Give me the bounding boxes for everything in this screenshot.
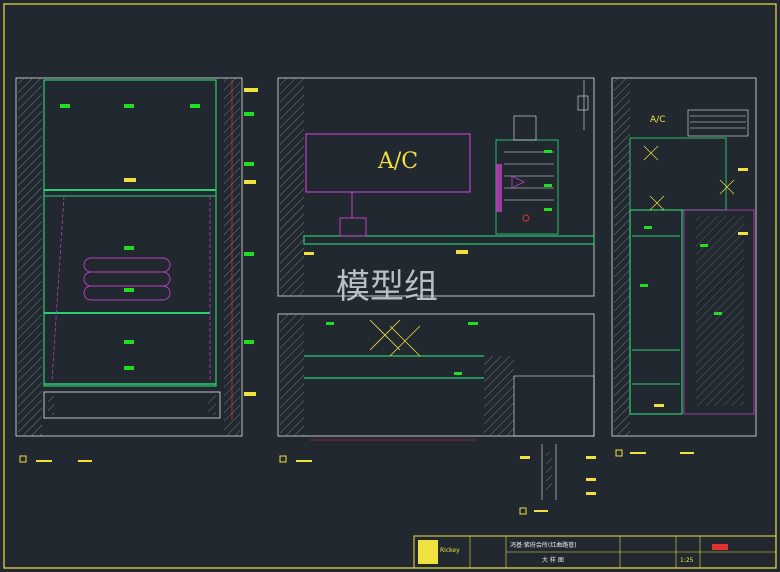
detail-small — [519, 444, 596, 515]
title-block: Rickey 鸿基·紫府会所(红曲路管) 大 样 图 1:25 — [413, 535, 777, 569]
title-block-logo: Rickey — [440, 547, 460, 554]
drawing-canvas: A/C 模型组 A/C Rickey 鸿基·紫府会所(红曲路管) 大 样 图 1… — [3, 3, 777, 569]
watermark: 模型组 — [336, 267, 438, 307]
title-block-project: 鸿基·紫府会所(红曲路管) — [510, 541, 577, 549]
ac-label-small: A/C — [650, 115, 665, 125]
cad-drawing-sheet: A/C 模型组 A/C Rickey 鸿基·紫府会所(红曲路管) 大 样 图 1… — [0, 0, 780, 572]
title-block-scale: 1:25 — [680, 557, 694, 564]
middle-elevation: A/C — [277, 77, 595, 297]
left-elevation — [15, 77, 258, 463]
ac-label-main: A/C — [377, 149, 418, 174]
title-block-sheet-name: 大 样 图 — [542, 556, 564, 564]
right-section: A/C — [611, 77, 757, 457]
middle-section-lower — [277, 313, 595, 463]
